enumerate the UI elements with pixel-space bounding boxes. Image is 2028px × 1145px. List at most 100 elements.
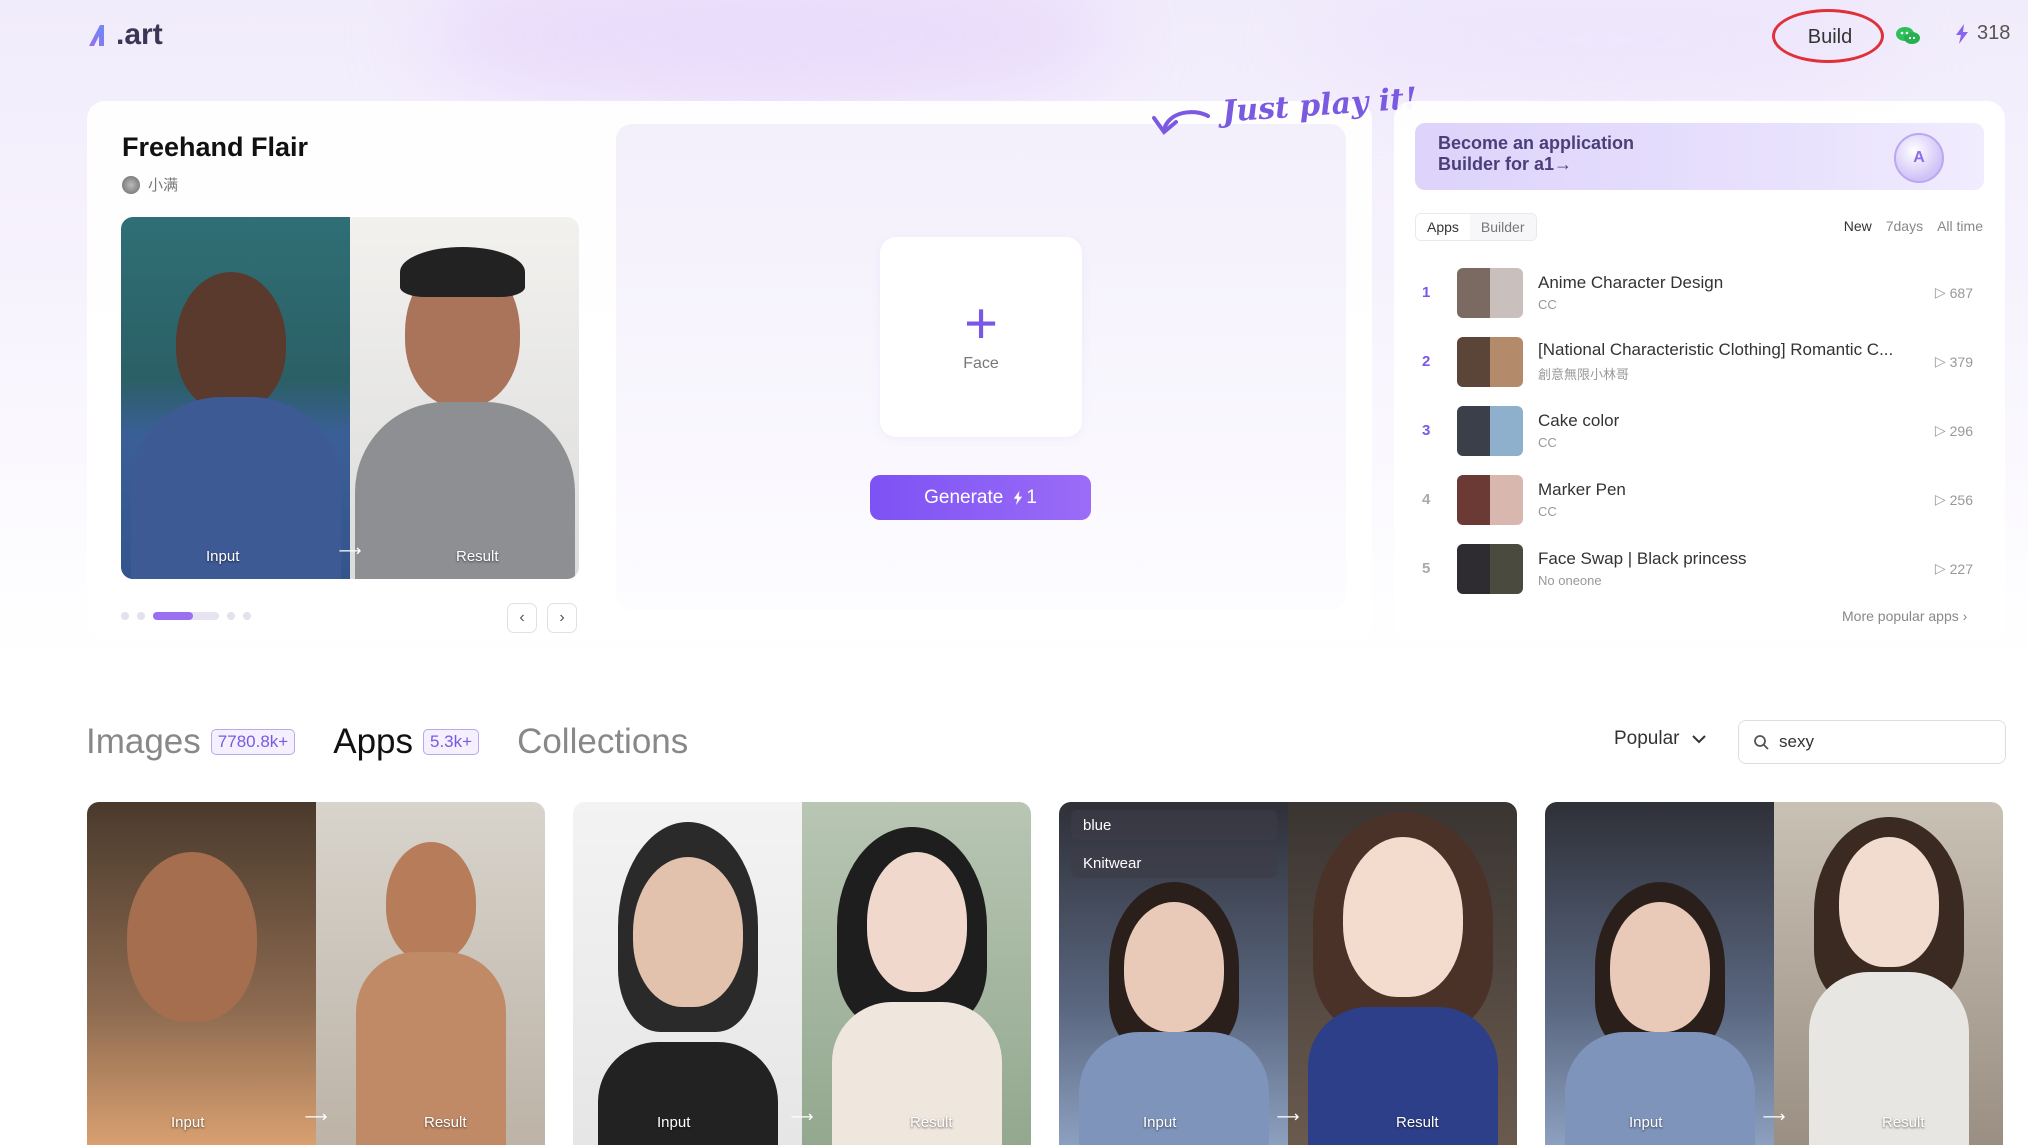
apps-gallery: Input Result ⟶ Input Result ⟶ blue Knitw… (87, 802, 2006, 1145)
upload-label: Face (963, 355, 999, 372)
person-silhouette (386, 842, 476, 962)
a1-logo-icon (89, 25, 104, 46)
result-photo: Result (802, 802, 1031, 1145)
person-head (176, 272, 286, 412)
input-caption: Input (1143, 1114, 1177, 1131)
banner-line-1: Become an application (1438, 133, 1635, 153)
run-count: ▷ 296 (1935, 422, 1973, 439)
app-card[interactable]: blue Knitwear Input Result ⟶ (1059, 802, 1517, 1145)
tab-images-label: Images (86, 722, 201, 761)
generate-cost-value: 1 (1026, 486, 1037, 508)
author-name: 小满 (148, 177, 179, 194)
lightning-icon (1014, 490, 1023, 505)
ranking-item[interactable]: 2 [National Characteristic Clothing] Rom… (1415, 327, 1985, 396)
tab-images[interactable]: Images 7780.8k+ (86, 722, 296, 762)
logo[interactable]: .art (86, 18, 163, 52)
chevron-right-icon: › (1962, 608, 1968, 624)
person-silhouette (1839, 837, 1939, 967)
just-play-hint: Just play it! (1221, 81, 1419, 130)
featured-example-image[interactable]: Input Result ⟶ (121, 217, 579, 579)
run-count-value: 379 (1949, 353, 1973, 370)
carousel-dot[interactable] (227, 612, 235, 620)
ranking-tabs: Apps Builder (1415, 213, 1537, 241)
generate-label: Generate (924, 486, 1004, 508)
play-icon: ▷ (1934, 284, 1946, 300)
person-silhouette (1124, 902, 1224, 1032)
arrow-icon: ⟶ (1762, 1109, 1786, 1126)
search-icon (1754, 735, 1769, 750)
play-icon: ▷ (1934, 353, 1946, 369)
generate-cost: 1 (1013, 487, 1037, 509)
period-7days[interactable]: 7days (1886, 218, 1923, 234)
become-builder-banner[interactable]: Become an application Builder for a1→ A (1415, 123, 1984, 190)
app-thumbnail (1457, 267, 1523, 318)
ranking-item[interactable]: 5 Face Swap | Black princess No oneone ▷ 2… (1415, 534, 1985, 603)
run-count-value: 296 (1949, 422, 1973, 439)
search-input[interactable] (1779, 732, 1979, 752)
result-caption: Result (456, 548, 499, 565)
plus-icon: + (964, 291, 998, 356)
tab-collections[interactable]: Collections (517, 722, 688, 762)
person-silhouette (867, 852, 967, 992)
wechat-icon[interactable] (1894, 24, 1922, 48)
carousel-dot[interactable] (137, 612, 145, 620)
credits-balance[interactable]: 318 (1955, 22, 2010, 45)
app-author: No oneone (1538, 573, 1602, 588)
app-card[interactable]: Input Result ⟶ (1545, 802, 2003, 1145)
person-silhouette (1343, 837, 1463, 997)
app-name: Cake color (1538, 411, 1620, 430)
search-box[interactable] (1738, 720, 2006, 764)
carousel-prev-button[interactable]: ‹ (507, 603, 537, 633)
carousel-dot[interactable] (121, 612, 129, 620)
apps-count-badge: 5.3k+ (423, 729, 480, 755)
prompt-tag: blue (1071, 810, 1277, 840)
arrow-icon: ⟶ (338, 543, 362, 560)
banner-text: Become an application Builder for a1→ (1438, 133, 1634, 175)
ranking-item[interactable]: 3 Cake color CC ▷ 296 (1415, 396, 1985, 465)
app-name: Face Swap | Black princess (1538, 549, 1747, 568)
app-thumbnail (1457, 543, 1523, 594)
face-upload-box[interactable]: + Face (880, 237, 1082, 437)
more-label: More popular apps (1842, 608, 1959, 624)
tab-apps-main[interactable]: Apps 5.3k+ (333, 722, 480, 762)
carousel-next-button[interactable]: › (547, 603, 577, 633)
person-silhouette (1610, 902, 1710, 1032)
app-thumbnail (1457, 474, 1523, 525)
images-count-badge: 7780.8k+ (210, 729, 296, 755)
app-name: [National Characteristic Clothing] Roman… (1538, 340, 1894, 359)
app-card[interactable]: Input Result ⟶ (573, 802, 1031, 1145)
period-tabs: New 7days All time (1844, 218, 1983, 234)
curved-arrow-icon (1152, 110, 1210, 135)
result-photo: Result (316, 802, 545, 1145)
tab-builder[interactable]: Builder (1469, 214, 1536, 240)
period-all-time[interactable]: All time (1937, 218, 1983, 234)
arrow-icon: ⟶ (1276, 1109, 1300, 1126)
carousel-indicators (121, 612, 251, 620)
carousel-dot-active[interactable] (153, 612, 219, 620)
app-name: Marker Pen (1538, 480, 1626, 499)
play-icon: ▷ (1934, 560, 1946, 576)
period-new[interactable]: New (1844, 218, 1872, 234)
ranking-item[interactable]: 1 Anime Character Design CC ▷ 687 (1415, 258, 1985, 327)
carousel-dot[interactable] (243, 612, 251, 620)
ranking-item[interactable]: 4 Marker Pen CC ▷ 256 (1415, 465, 1985, 534)
featured-app-author[interactable]: 小满 (122, 174, 178, 195)
result-caption: Result (910, 1114, 953, 1131)
prompt-tag: Knitwear (1071, 848, 1277, 878)
author-avatar-icon (122, 175, 140, 194)
person-silhouette (127, 852, 257, 1022)
input-photo: Input (87, 802, 316, 1145)
more-popular-apps-link[interactable]: More popular apps › (1842, 608, 1967, 624)
logo-text: .art (116, 18, 163, 51)
arrow-icon: ⟶ (304, 1109, 328, 1126)
app-card[interactable]: Input Result ⟶ (87, 802, 545, 1145)
person-silhouette (633, 857, 743, 1007)
input-photo: Input (121, 217, 350, 579)
rank-number: 1 (1422, 284, 1431, 301)
sort-dropdown[interactable]: Popular (1614, 728, 1706, 750)
run-count: ▷ 379 (1935, 353, 1973, 370)
build-button[interactable]: Build (1782, 18, 1878, 56)
input-caption: Input (1629, 1114, 1663, 1131)
tab-apps[interactable]: Apps (1416, 214, 1470, 240)
generate-button[interactable]: Generate 1 (870, 475, 1091, 520)
